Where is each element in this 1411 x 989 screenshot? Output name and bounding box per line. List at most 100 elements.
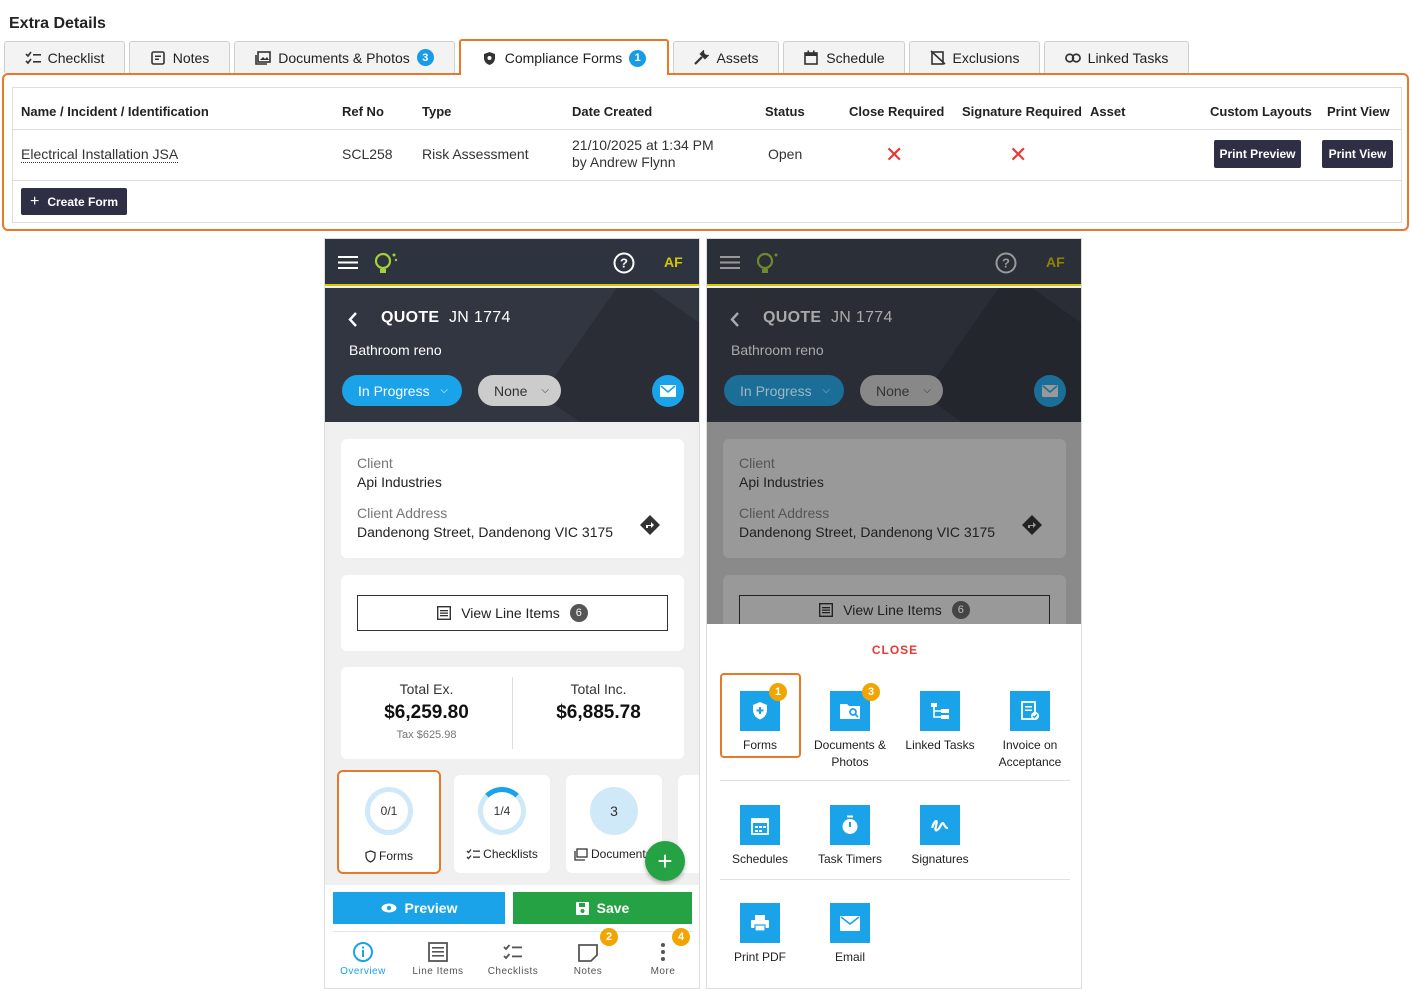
priority-dropdown[interactable]: None ⌵ — [478, 375, 561, 406]
nav-more[interactable]: More — [626, 941, 699, 977]
printer-icon — [740, 903, 780, 943]
preview-button[interactable]: Preview — [333, 892, 505, 924]
help-icon[interactable]: ? — [995, 252, 1017, 274]
close-menu-button[interactable]: CLOSE — [707, 643, 1081, 657]
list-icon — [819, 603, 834, 617]
user-avatar[interactable]: AF — [664, 254, 683, 270]
status-value: In Progress — [358, 382, 430, 399]
client-address: Dandenong Street, Dandenong VIC 3175 — [357, 524, 614, 540]
directions-icon[interactable] — [639, 514, 661, 536]
documents-menu-badge: 3 — [862, 683, 880, 701]
form-name-link[interactable]: Electrical Installation JSA — [21, 146, 179, 163]
divider — [13, 180, 1401, 181]
view-line-items-button[interactable]: View Line Items 6 — [357, 595, 668, 631]
divider — [13, 129, 1401, 130]
hamburger-menu-icon[interactable] — [338, 255, 358, 270]
back-chevron-icon[interactable] — [348, 312, 358, 327]
address-label: Client Address — [357, 505, 448, 521]
client-label: Client — [739, 455, 775, 471]
forms-menu-badge: 1 — [769, 683, 787, 701]
status-dropdown[interactable]: In Progress ⌵ — [342, 375, 462, 406]
divider — [720, 879, 1070, 880]
column-header: Asset — [1090, 104, 1126, 119]
email-button[interactable] — [652, 375, 684, 407]
tab-compliance-forms[interactable]: Compliance Forms 1 — [459, 39, 669, 75]
create-form-button[interactable]: + Create Form — [21, 188, 127, 215]
checklists-tile[interactable]: 1/4 Checklists — [454, 775, 550, 873]
tab-schedule[interactable]: Schedule — [783, 41, 905, 73]
line-items-count-badge: 6 — [569, 604, 588, 622]
help-icon[interactable]: ? — [613, 252, 635, 274]
nav-line-items[interactable]: Line Items — [401, 941, 475, 977]
created-by: by Andrew Flynn — [572, 154, 676, 170]
view-line-items-button: View Line Items 6 — [739, 595, 1050, 624]
list-icon — [437, 606, 452, 620]
tab-notes[interactable]: Notes — [129, 41, 230, 73]
tab-checklist[interactable]: Checklist — [4, 41, 125, 73]
print-preview-button[interactable]: Print Preview — [1214, 140, 1301, 168]
menu-item-signatures[interactable]: Signatures — [895, 805, 985, 868]
print-view-button[interactable]: Print View — [1322, 140, 1393, 168]
checklists-tile-label: Checklists — [454, 847, 550, 861]
back-chevron-icon[interactable] — [730, 312, 740, 327]
shield-icon — [482, 50, 498, 66]
nav-label: More — [650, 966, 676, 977]
total-inc-value: $6,885.78 — [556, 702, 641, 723]
total-ex-value: $6,259.80 — [384, 702, 469, 723]
column-header: Type — [422, 104, 452, 119]
tab-linked-tasks[interactable]: Linked Tasks — [1044, 41, 1189, 73]
chevron-down-icon: ⌵ — [822, 385, 830, 396]
menu-item-documents-photos[interactable]: Documents & Photos — [805, 691, 895, 771]
email-icon — [830, 903, 870, 943]
column-header: Custom Layouts — [1210, 104, 1312, 119]
menu-item-schedules[interactable]: Schedules — [715, 805, 805, 868]
client-name: Api Industries — [357, 474, 442, 490]
checklist-icon — [466, 849, 481, 860]
tab-exclusions[interactable]: Exclusions — [909, 41, 1040, 73]
tab-assets[interactable]: Assets — [673, 41, 779, 73]
nav-overview[interactable]: Overview — [326, 941, 400, 977]
menu-item-linked-tasks[interactable]: Linked Tasks — [895, 691, 985, 754]
email-button[interactable] — [1034, 375, 1066, 407]
menu-item-invoice-on-acceptance[interactable]: Invoice on Acceptance — [985, 691, 1075, 771]
add-fab-button[interactable]: + — [645, 841, 685, 881]
shield-icon — [365, 849, 376, 863]
column-header: Status — [765, 104, 805, 119]
lightbulb-logo-icon — [756, 252, 778, 273]
column-header: Signature Required — [962, 104, 1082, 119]
client-name: Api Industries — [739, 474, 824, 490]
create-form-label: Create Form — [47, 194, 119, 209]
exclusions-icon — [929, 50, 946, 66]
menu-item-email[interactable]: Email — [805, 903, 895, 966]
menu-item-print-pdf[interactable]: Print PDF — [715, 903, 805, 966]
hamburger-menu-icon[interactable] — [720, 255, 740, 270]
menu-item-label: Email — [834, 950, 865, 964]
menu-item-label: Invoice on Acceptance — [998, 738, 1062, 769]
svg-text:?: ? — [620, 256, 628, 271]
email-icon — [660, 385, 676, 397]
tab-documents-photos[interactable]: Documents & Photos 3 — [234, 41, 455, 73]
save-label: Save — [596, 900, 630, 916]
nav-checklists[interactable]: Checklists — [476, 941, 550, 977]
user-avatar[interactable]: AF — [1046, 254, 1065, 270]
tab-label: Checklist — [47, 49, 105, 66]
plus-icon: + — [657, 845, 673, 876]
date-created: 21/10/2025 at 1:34 PM — [572, 137, 714, 153]
tile-label-text: Documents — [591, 847, 652, 861]
save-button[interactable]: Save — [513, 892, 692, 924]
menu-item-forms[interactable]: Forms — [715, 691, 805, 754]
forms-progress-value: 0/1 — [380, 804, 398, 818]
column-header: Close Required — [849, 104, 945, 119]
menu-item-label: Linked Tasks — [905, 738, 975, 752]
line-items-card: View Line Items 6 — [341, 575, 684, 651]
photos-icon — [574, 847, 588, 861]
priority-value: None — [494, 382, 528, 399]
documents-count-badge: 3 — [416, 49, 434, 66]
nav-notes[interactable]: Notes — [551, 941, 625, 977]
forms-tile[interactable]: 0/1 Forms — [337, 770, 441, 874]
documents-count-value: 3 — [610, 803, 618, 819]
menu-item-task-timers[interactable]: Task Timers — [805, 805, 895, 868]
more-count-badge: 4 — [672, 928, 690, 946]
status-dropdown[interactable]: In Progress ⌵ — [724, 375, 844, 406]
priority-dropdown[interactable]: None ⌵ — [860, 375, 943, 406]
